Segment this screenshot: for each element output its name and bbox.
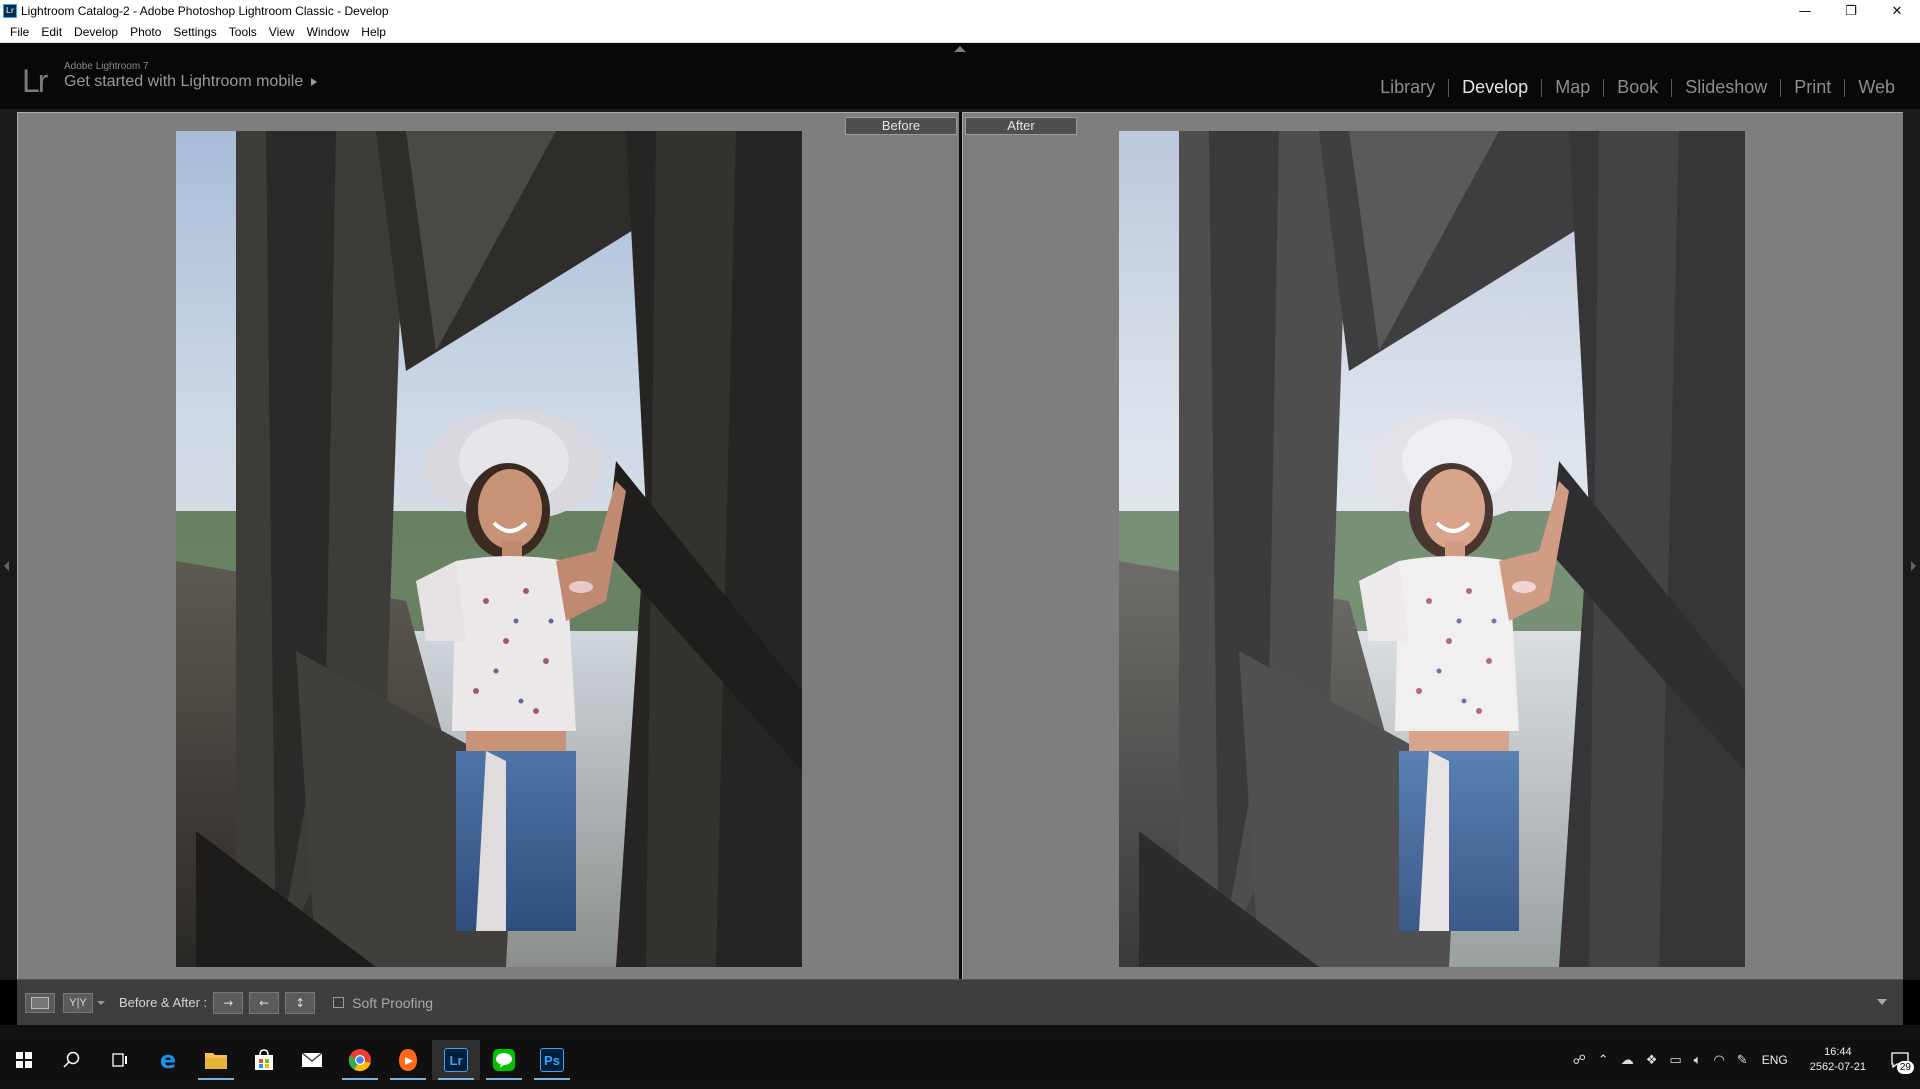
play-triangle-icon (311, 78, 318, 86)
menu-tools[interactable]: Tools (223, 25, 263, 39)
lightroom-app-icon: Lr (3, 4, 17, 18)
store-icon (255, 1049, 273, 1070)
creative-cloud-icon[interactable]: ☁ (1615, 1053, 1640, 1068)
taskbar-file-explorer[interactable] (192, 1040, 240, 1080)
module-library[interactable]: Library (1367, 77, 1448, 98)
taskbar-media-player[interactable] (384, 1040, 432, 1080)
before-pane: Before (17, 112, 959, 979)
module-slideshow[interactable]: Slideshow (1672, 77, 1780, 98)
window-controls: — ❐ ✕ (1782, 0, 1920, 22)
wifi-icon[interactable]: ◠ (1707, 1053, 1730, 1068)
before-photo[interactable] (176, 131, 802, 967)
input-language[interactable]: ENG (1754, 1053, 1796, 1067)
clock[interactable]: 16:44 2562-07-21 (1796, 1045, 1880, 1075)
battery-icon[interactable]: ▭ (1663, 1053, 1687, 1068)
before-label: Before (845, 117, 957, 135)
taskbar-line[interactable] (480, 1040, 528, 1080)
swap-before-after-button[interactable]: ↕ (285, 991, 316, 1014)
search-button[interactable] (48, 1040, 96, 1080)
module-web[interactable]: Web (1845, 77, 1908, 98)
menu-bar: File Edit Develop Photo Settings Tools V… (0, 22, 1920, 43)
show-hidden-icons-icon[interactable]: ⌃ (1592, 1053, 1615, 1068)
task-view-button[interactable] (96, 1040, 144, 1080)
taskbar-lightroom[interactable]: Lr (432, 1040, 480, 1080)
develop-view-area: Before After Y|Y Before & After: → ← ↕ … (0, 109, 1920, 1089)
chrome-icon (348, 1049, 371, 1072)
soft-proofing-checkbox[interactable] (333, 997, 345, 1008)
copy-before-to-after-button[interactable]: → (213, 991, 244, 1014)
expand-left-panel-icon[interactable] (4, 561, 9, 571)
volume-icon[interactable]: 🔈︎ (1688, 1053, 1708, 1068)
after-photo[interactable] (1119, 131, 1745, 967)
top-panel: Lr Adobe Lightroom 7 Get started with Li… (0, 43, 1920, 109)
notification-count-badge: 29 (1896, 1061, 1914, 1074)
taskbar-store[interactable] (240, 1040, 288, 1080)
mobile-prompt-link[interactable]: Get started with Lightroom mobile (64, 73, 318, 91)
menu-develop[interactable]: Develop (68, 25, 124, 39)
people-icon[interactable]: ☍ (1567, 1053, 1592, 1068)
menu-help[interactable]: Help (355, 25, 392, 39)
mail-icon (301, 1052, 323, 1067)
menu-window[interactable]: Window (301, 25, 356, 39)
loupe-view-button[interactable] (25, 992, 55, 1013)
start-button[interactable] (0, 1040, 48, 1080)
module-book[interactable]: Book (1604, 77, 1671, 98)
menu-photo[interactable]: Photo (124, 25, 167, 39)
before-after-view-button[interactable]: Y|Y (63, 992, 93, 1013)
mobile-prompt-text: Get started with Lightroom mobile (64, 73, 304, 90)
windows-taskbar: e Lr Ps ☍ ⌃ ☁ ❖ ▭ 🔈︎ ◠ ✎ ENG 16:44 2562-… (0, 1040, 1920, 1080)
after-pane: After (962, 112, 1903, 979)
copy-after-to-before-button[interactable]: ← (249, 991, 280, 1014)
after-photo-image (1119, 131, 1745, 967)
menu-view[interactable]: View (263, 25, 301, 39)
view-mode-dropdown-icon[interactable] (97, 1000, 105, 1005)
clock-time: 16:44 (1824, 1046, 1852, 1058)
expand-right-panel-icon[interactable] (1911, 561, 1916, 571)
system-tray: ☍ ⌃ ☁ ❖ ▭ 🔈︎ ◠ ✎ ENG 16:44 2562-07-21 29 (1567, 1040, 1920, 1080)
before-photo-image (176, 131, 802, 967)
identity-plate-version: Adobe Lightroom 7 (64, 61, 149, 72)
windows-logo-icon (16, 1052, 32, 1068)
menu-settings[interactable]: Settings (167, 25, 222, 39)
develop-toolbar: Y|Y Before & After : → ← ↕ Soft Proofing (17, 979, 1903, 1025)
restore-button[interactable]: ❐ (1828, 0, 1874, 22)
pen-icon[interactable]: ✎ (1731, 1053, 1754, 1068)
photoshop-taskbar-icon: Ps (540, 1048, 564, 1072)
folder-icon (205, 1053, 227, 1069)
dropbox-icon[interactable]: ❖ (1640, 1053, 1664, 1068)
window-title-bar: Lr Lightroom Catalog-2 - Adobe Photoshop… (0, 0, 1920, 22)
edge-icon: e (159, 1046, 177, 1074)
menu-edit[interactable]: Edit (35, 25, 68, 39)
taskbar-chrome[interactable] (336, 1040, 384, 1080)
module-map[interactable]: Map (1542, 77, 1603, 98)
soft-proofing-label: Soft Proofing (352, 994, 434, 1011)
before-after-label: Before & After : (119, 995, 208, 1010)
toolbar-content-menu-icon[interactable] (1877, 999, 1887, 1005)
action-center-button[interactable]: 29 (1880, 1040, 1920, 1080)
close-button[interactable]: ✕ (1874, 0, 1920, 22)
lightroom-taskbar-icon: Lr (444, 1048, 468, 1072)
taskbar-mail[interactable] (288, 1040, 336, 1080)
after-label: After (965, 117, 1077, 135)
module-print[interactable]: Print (1781, 77, 1844, 98)
module-picker: Library Develop Map Book Slideshow Print… (1367, 77, 1908, 98)
line-icon (493, 1049, 515, 1071)
loupe-view-icon (31, 996, 49, 1009)
taskbar-edge[interactable]: e (144, 1040, 192, 1080)
window-title: Lightroom Catalog-2 - Adobe Photoshop Li… (21, 4, 389, 18)
module-develop[interactable]: Develop (1449, 77, 1541, 98)
lightroom-logo: Lr (22, 63, 48, 99)
taskbar-photoshop[interactable]: Ps (528, 1040, 576, 1080)
minimize-button[interactable]: — (1782, 0, 1828, 22)
collapse-top-panel-icon[interactable] (954, 46, 966, 52)
menu-file[interactable]: File (4, 25, 35, 39)
task-view-icon (112, 1053, 127, 1067)
search-icon (63, 1051, 80, 1068)
media-player-icon (399, 1049, 417, 1071)
clock-date: 2562-07-21 (1809, 1061, 1866, 1073)
